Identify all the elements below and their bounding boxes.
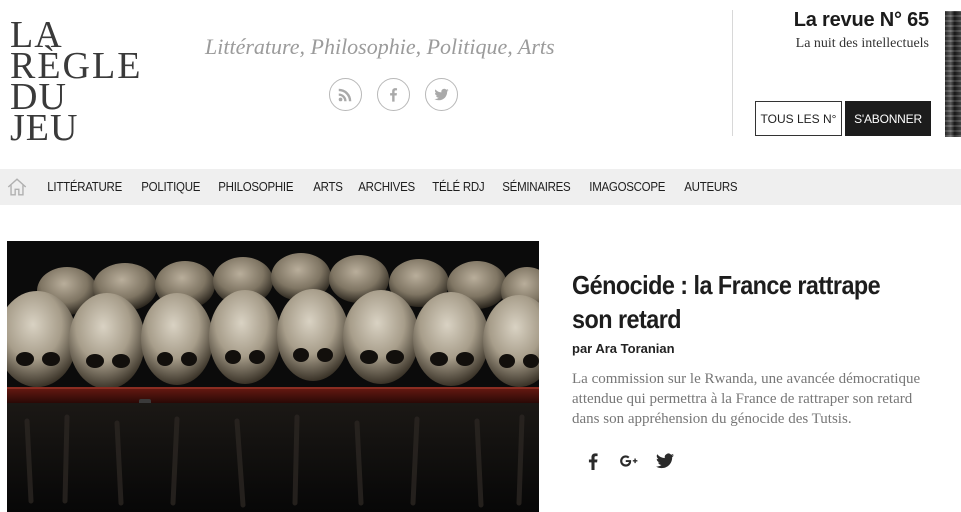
twitter-icon[interactable] <box>425 78 458 111</box>
nav-item-arts[interactable]: ARTS <box>305 180 351 194</box>
site-tagline: Littérature, Philosophie, Politique, Art… <box>205 34 555 59</box>
nav-item-litt-rature[interactable]: LITTÉRATURE <box>39 180 130 194</box>
nav-item-s-minaires[interactable]: SÉMINAIRES <box>494 180 579 194</box>
nav-item-auteurs[interactable]: AUTEURS <box>676 180 746 194</box>
skulls-photo-illustration <box>7 241 539 512</box>
social-links <box>329 78 458 111</box>
nav-item-archives[interactable]: ARCHIVES <box>350 180 423 194</box>
excerpt-line: attendue qui permettra à la France de ra… <box>572 391 913 407</box>
nav-item-imagoscope[interactable]: IMAGOSCOPE <box>581 180 673 194</box>
logo-line-4: JEU <box>10 107 79 149</box>
all-issues-button[interactable]: TOUS LES N° <box>755 101 842 136</box>
rss-icon[interactable] <box>329 78 362 111</box>
facebook-icon[interactable] <box>584 452 602 470</box>
excerpt-line: dans son appréhension du génocide des Tu… <box>572 411 852 427</box>
revue-cover-image[interactable] <box>945 11 961 137</box>
home-icon[interactable] <box>6 176 28 198</box>
google-plus-icon[interactable] <box>620 452 638 470</box>
excerpt-line: La commission sur le Rwanda, une avancée… <box>572 371 921 387</box>
facebook-icon[interactable] <box>377 78 410 111</box>
nav-item-politique[interactable]: POLITIQUE <box>133 180 208 194</box>
subscribe-button[interactable]: S'ABONNER <box>845 101 931 136</box>
article-title[interactable]: Génocide : la France rattrape son retard <box>572 268 914 336</box>
header-divider <box>732 10 733 136</box>
article-author[interactable]: par Ara Toranian <box>572 341 675 356</box>
article-photo[interactable] <box>7 241 539 512</box>
twitter-icon[interactable] <box>656 452 674 470</box>
revue-issue-title[interactable]: La revue N° 65 <box>794 9 929 32</box>
nav-menu: LITTÉRATURE POLITIQUE PHILOSOPHIE ARTS ARCHI… <box>39 169 747 205</box>
revue-issue-subtitle: La nuit des intellectuels <box>795 36 929 51</box>
site-logo[interactable]: LA RÈGLE DU JEU <box>10 14 150 149</box>
nav-item-t-l-rdj[interactable]: TÉLÉ RDJ <box>424 180 493 194</box>
article-share <box>584 452 674 470</box>
article-excerpt: La commission sur le Rwanda, une avancée… <box>572 369 961 429</box>
main-nav: LITTÉRATURE POLITIQUE PHILOSOPHIE ARTS ARCHI… <box>0 169 961 205</box>
nav-item-philosophie[interactable]: PHILOSOPHIE <box>210 180 301 194</box>
